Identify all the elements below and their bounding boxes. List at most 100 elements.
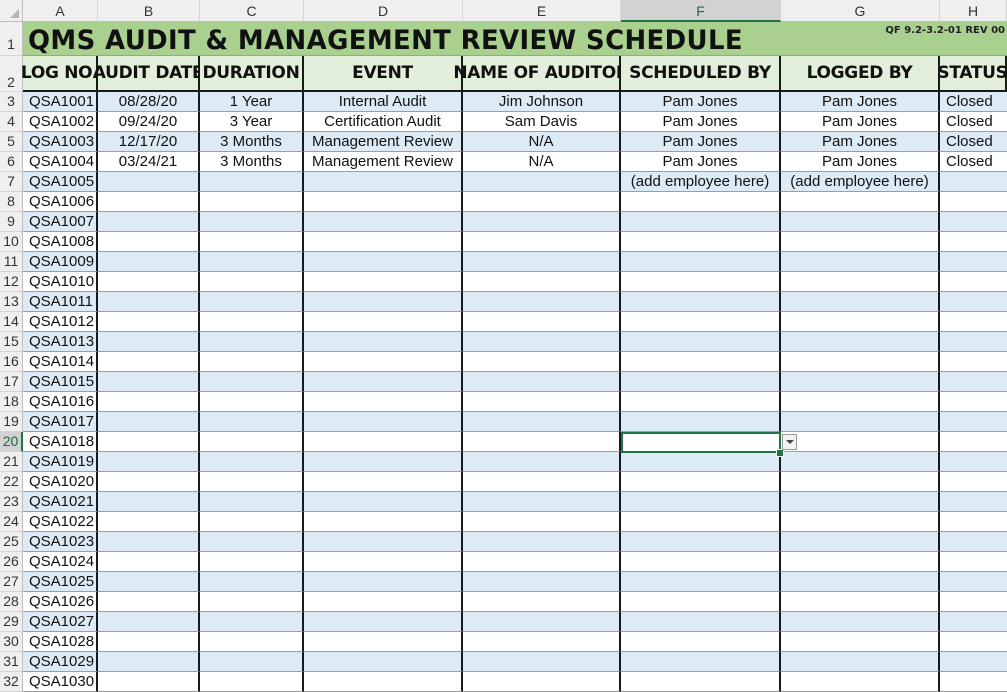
scheduled-by-cell[interactable] — [621, 252, 781, 272]
audit-date-cell[interactable] — [98, 472, 200, 492]
duration-cell[interactable] — [200, 372, 304, 392]
status-cell[interactable] — [940, 332, 1007, 352]
logged-by-cell[interactable] — [781, 272, 940, 292]
status-cell[interactable] — [940, 392, 1007, 412]
event-cell[interactable] — [304, 212, 463, 232]
status-cell[interactable] — [940, 612, 1007, 632]
row-header-9[interactable]: 9 — [0, 212, 23, 232]
scheduled-by-cell[interactable] — [621, 392, 781, 412]
scheduled-by-cell[interactable]: Pam Jones — [621, 112, 781, 132]
auditor-cell[interactable] — [463, 372, 621, 392]
column-header-e[interactable]: E — [463, 0, 621, 22]
logged-by-cell[interactable] — [781, 512, 940, 532]
log-no-cell[interactable]: QSA1030 — [23, 672, 98, 692]
column-header-c[interactable]: C — [200, 0, 304, 22]
title-banner[interactable]: QMS AUDIT & MANAGEMENT REVIEW SCHEDULE Q… — [23, 22, 1007, 56]
audit-date-cell[interactable] — [98, 412, 200, 432]
event-cell[interactable] — [304, 632, 463, 652]
event-cell[interactable] — [304, 572, 463, 592]
header-status[interactable]: STATUS — [937, 56, 1007, 92]
log-no-cell[interactable]: QSA1003 — [23, 132, 98, 152]
column-header-d[interactable]: D — [304, 0, 463, 22]
status-cell[interactable] — [940, 412, 1007, 432]
row-header-25[interactable]: 25 — [0, 532, 23, 552]
scheduled-by-cell[interactable]: Pam Jones — [621, 92, 781, 112]
column-header-g[interactable]: G — [781, 0, 940, 22]
scheduled-by-cell[interactable] — [621, 492, 781, 512]
status-cell[interactable] — [940, 172, 1007, 192]
event-cell[interactable] — [304, 512, 463, 532]
duration-cell[interactable] — [200, 412, 304, 432]
status-cell[interactable]: Closed — [940, 92, 1007, 112]
event-cell[interactable] — [304, 492, 463, 512]
logged-by-cell[interactable] — [781, 332, 940, 352]
event-cell[interactable] — [304, 312, 463, 332]
auditor-cell[interactable] — [463, 192, 621, 212]
status-cell[interactable] — [940, 672, 1007, 692]
log-no-cell[interactable]: QSA1013 — [23, 332, 98, 352]
status-cell[interactable] — [940, 252, 1007, 272]
logged-by-cell[interactable]: (add employee here) — [781, 172, 940, 192]
logged-by-cell[interactable]: Pam Jones — [781, 152, 940, 172]
duration-cell[interactable] — [200, 172, 304, 192]
row-header-32[interactable]: 32 — [0, 672, 23, 692]
row-header-3[interactable]: 3 — [0, 92, 23, 112]
row-header-13[interactable]: 13 — [0, 292, 23, 312]
scheduled-by-cell[interactable] — [621, 432, 781, 452]
event-cell[interactable] — [304, 612, 463, 632]
auditor-cell[interactable] — [463, 492, 621, 512]
logged-by-cell[interactable] — [781, 312, 940, 332]
event-cell[interactable] — [304, 192, 463, 212]
duration-cell[interactable]: 3 Year — [200, 112, 304, 132]
auditor-cell[interactable] — [463, 252, 621, 272]
column-header-h[interactable]: H — [940, 0, 1007, 22]
logged-by-cell[interactable] — [781, 472, 940, 492]
status-cell[interactable] — [940, 432, 1007, 452]
log-no-cell[interactable]: QSA1025 — [23, 572, 98, 592]
audit-date-cell[interactable] — [98, 652, 200, 672]
logged-by-cell[interactable] — [781, 252, 940, 272]
header-event[interactable]: EVENT — [304, 56, 463, 92]
row-header-22[interactable]: 22 — [0, 472, 23, 492]
duration-cell[interactable] — [200, 252, 304, 272]
status-cell[interactable] — [940, 312, 1007, 332]
row-header-4[interactable]: 4 — [0, 112, 23, 132]
auditor-cell[interactable] — [463, 232, 621, 252]
row-header-24[interactable]: 24 — [0, 512, 23, 532]
audit-date-cell[interactable] — [98, 432, 200, 452]
status-cell[interactable] — [940, 452, 1007, 472]
auditor-cell[interactable]: Jim Johnson — [463, 92, 621, 112]
header-log-no[interactable]: LOG NO. — [21, 56, 98, 92]
status-cell[interactable]: Closed — [940, 132, 1007, 152]
row-header-12[interactable]: 12 — [0, 272, 23, 292]
auditor-cell[interactable] — [463, 652, 621, 672]
status-cell[interactable] — [940, 192, 1007, 212]
auditor-cell[interactable] — [463, 392, 621, 412]
event-cell[interactable]: Management Review — [304, 152, 463, 172]
event-cell[interactable] — [304, 472, 463, 492]
scheduled-by-cell[interactable] — [621, 532, 781, 552]
logged-by-cell[interactable]: Pam Jones — [781, 112, 940, 132]
auditor-cell[interactable] — [463, 432, 621, 452]
status-cell[interactable] — [940, 232, 1007, 252]
logged-by-cell[interactable] — [781, 352, 940, 372]
audit-date-cell[interactable] — [98, 612, 200, 632]
log-no-cell[interactable]: QSA1024 — [23, 552, 98, 572]
scheduled-by-cell[interactable] — [621, 272, 781, 292]
logged-by-cell[interactable] — [781, 232, 940, 252]
row-header-1[interactable]: 1 — [0, 22, 23, 56]
log-no-cell[interactable]: QSA1017 — [23, 412, 98, 432]
scheduled-by-cell[interactable] — [621, 412, 781, 432]
auditor-cell[interactable] — [463, 512, 621, 532]
scheduled-by-cell[interactable] — [621, 592, 781, 612]
audit-date-cell[interactable] — [98, 212, 200, 232]
event-cell[interactable] — [304, 272, 463, 292]
audit-date-cell[interactable] — [98, 552, 200, 572]
event-cell[interactable] — [304, 352, 463, 372]
audit-date-cell[interactable] — [98, 492, 200, 512]
duration-cell[interactable] — [200, 272, 304, 292]
auditor-cell[interactable] — [463, 172, 621, 192]
logged-by-cell[interactable] — [781, 212, 940, 232]
logged-by-cell[interactable] — [781, 592, 940, 612]
audit-date-cell[interactable] — [98, 392, 200, 412]
